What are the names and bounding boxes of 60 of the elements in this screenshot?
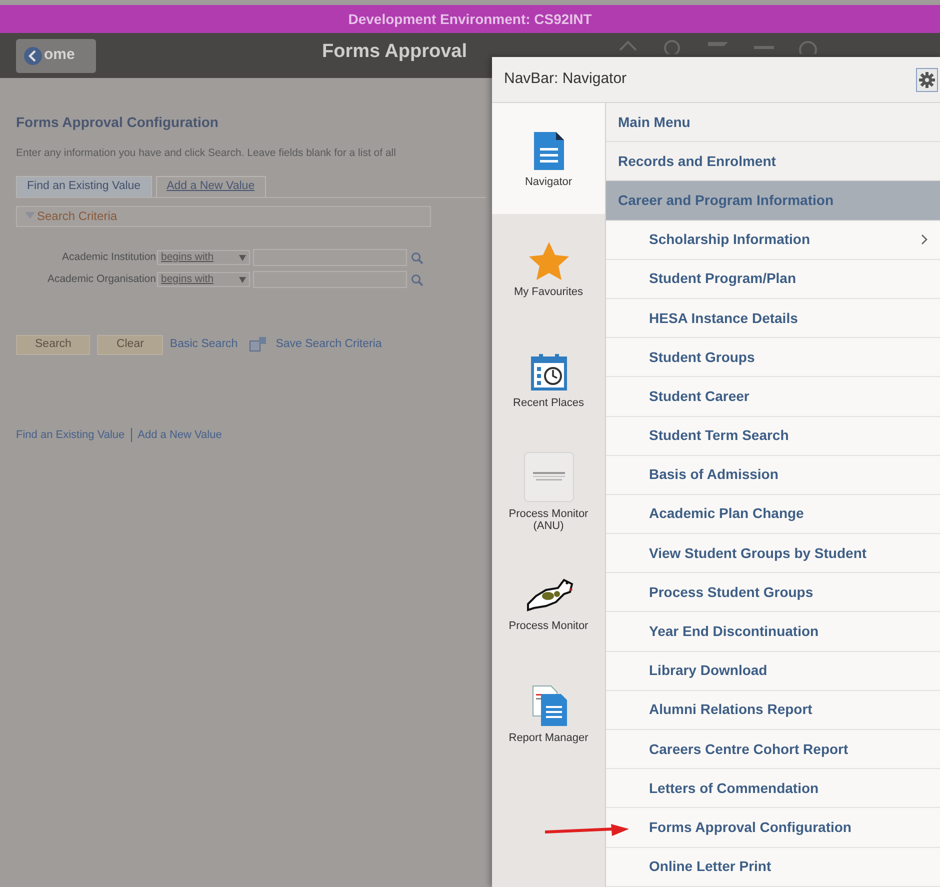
menu-item[interactable]: Records and Enrolment [606,142,940,182]
caret-down-icon [239,254,246,261]
menu-item-label: Student Groups [649,348,755,367]
report-icon [530,684,566,726]
tab[interactable]: Find an Existing Value [16,176,152,197]
save-icon[interactable] [248,336,267,353]
menu-item[interactable]: Process Student Groups [606,573,940,612]
settings-button[interactable] [916,68,938,92]
menu-item-label: Alumni Relations Report [649,700,812,720]
menu-item-label: Forms Approval Configuration [649,818,852,837]
menu-item[interactable]: Alumni Relations Report [606,690,940,730]
menu-item-label: Academic Plan Change [649,504,804,524]
field-label: Academic Organisation [46,272,156,287]
menu-item-label: HESA Instance Details [649,308,798,328]
menu-item[interactable]: Basis of Admission [606,456,940,495]
menu-item[interactable]: Scholarship Information [606,220,940,260]
menu-item[interactable]: View Student Groups by Student [606,534,940,574]
panel-title: NavBar: Navigator [504,69,627,90]
menu-item[interactable]: Student Groups [606,338,940,378]
page-title: Forms Approval [322,40,467,64]
star-icon [528,242,568,280]
menu-item[interactable]: HESA Instance Details [606,298,940,338]
menu-item[interactable]: Year End Discontinuation [606,612,940,652]
menu-item[interactable]: Academic Plan Change [606,494,940,534]
menu-item-label: Student Program/Plan [649,269,796,288]
menu-item-label: Careers Centre Cohort Report [649,740,848,759]
menu-item-label: Letters of Commendation [649,778,819,798]
caret-down-icon [239,276,246,283]
menu-item[interactable]: Library Download [606,652,940,691]
menu-item[interactable]: Letters of Commendation [606,769,940,808]
instructions-text: Enter any information you have and click Search. Leave fields blank for a list of all [16,146,396,161]
menu-item-label: View Student Groups by Student [649,544,867,563]
menu-item[interactable]: Student Career [606,377,940,416]
navbar-tile[interactable]: Navigator [492,103,605,214]
menu-item[interactable]: Main Menu [606,103,940,142]
section-title: Search Criteria [37,208,118,226]
menu-item-label: Process Student Groups [649,582,814,602]
search-icon[interactable] [411,274,423,286]
menu-item-label: Student Term Search [649,426,789,446]
menu-item[interactable]: Student Term Search [606,416,940,456]
search-icon[interactable] [411,252,423,264]
menu-item[interactable]: Student Program/Plan [606,260,940,299]
menu-item[interactable]: Online Letter Print [606,848,940,887]
search-icon[interactable] [662,38,682,54]
logo-tile-icon [524,452,574,502]
menu-item-label: Student Career [649,386,750,406]
document-icon [534,130,564,170]
field-label: Academic Institution [61,250,156,265]
back-icon [24,46,42,64]
menu-item-label: Basis of Admission [649,465,778,484]
menu-item-label: Scholarship Information [649,230,810,250]
chevron-right-icon [921,234,928,246]
page-heading: Forms Approval Configuration [16,113,218,132]
environment-label: Development Environment: CS92INT [348,10,592,29]
menu-item-label: Library Download [649,661,768,680]
calendar-clock-icon [530,352,566,390]
menu-item-label: Year End Discontinuation [649,622,819,642]
menu-item[interactable]: Careers Centre Cohort Report [606,730,940,770]
settings-icon [919,72,935,88]
menu-item-label: Online Letter Print [649,857,772,876]
